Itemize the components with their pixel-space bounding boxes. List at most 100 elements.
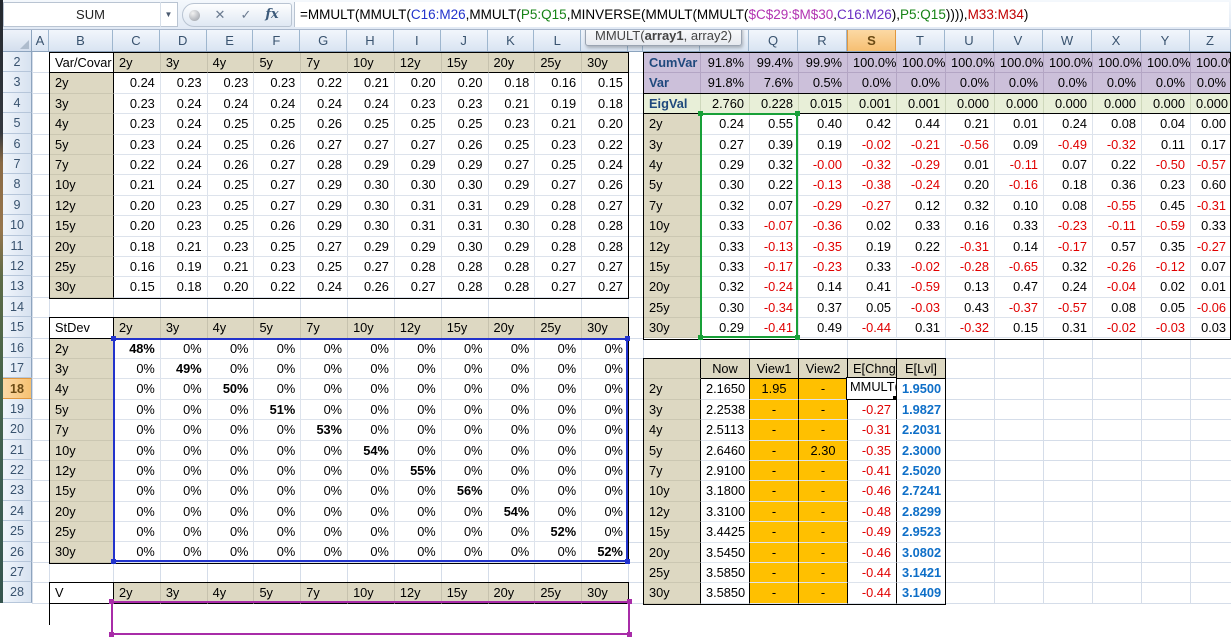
cell[interactable]: 0%	[161, 461, 208, 481]
cell[interactable]: 49%	[161, 359, 208, 379]
cell[interactable]: -	[799, 563, 848, 583]
column-header-Z[interactable]: Z	[1190, 30, 1231, 51]
cell[interactable]: 0%	[301, 522, 348, 542]
cell[interactable]: 0.24	[114, 73, 161, 93]
cell[interactable]: 0%	[254, 441, 301, 461]
cell[interactable]: 0.24	[301, 94, 348, 114]
cell[interactable]: 0%	[395, 481, 442, 501]
cell[interactable]: 0.35	[1142, 237, 1191, 257]
stdev-row-label[interactable]: 30y	[50, 542, 114, 562]
cell[interactable]: -0.46	[848, 543, 897, 563]
cell[interactable]: 0%	[442, 379, 489, 399]
views-row-label[interactable]: 10y	[644, 481, 701, 501]
cell[interactable]: 0.28	[442, 277, 489, 297]
column-header-A[interactable]: A	[32, 30, 49, 51]
eigvec-row-label[interactable]: 30y	[644, 318, 701, 338]
row-header-7[interactable]: 7	[3, 154, 32, 174]
stdev-col-header[interactable]: 2y	[114, 318, 161, 338]
cell[interactable]: -	[799, 481, 848, 501]
cell[interactable]: 0.24	[701, 114, 750, 134]
cell[interactable]: 0%	[442, 359, 489, 379]
cell[interactable]: 0%	[395, 420, 442, 440]
var-covar-row-label[interactable]: 20y	[50, 237, 114, 257]
cell[interactable]: 0%	[489, 461, 536, 481]
cell[interactable]: 0.24	[582, 155, 629, 175]
cell[interactable]: 0.22	[114, 155, 161, 175]
cell[interactable]: -	[750, 441, 799, 461]
v-col-header[interactable]: 5y	[254, 583, 301, 603]
cell[interactable]: 0%	[114, 359, 161, 379]
cell[interactable]: -0.16	[995, 175, 1044, 195]
cell[interactable]: 0%	[535, 481, 582, 501]
row-header-9[interactable]: 9	[3, 195, 32, 215]
cell[interactable]: 0.27	[395, 277, 442, 297]
var-row-label[interactable]: Var	[644, 73, 701, 93]
cell[interactable]: 0%	[442, 502, 489, 522]
cell[interactable]: 0.20	[395, 73, 442, 93]
cell[interactable]: 0%	[301, 441, 348, 461]
row-header-25[interactable]: 25	[3, 521, 32, 541]
cell[interactable]: -0.41	[750, 318, 799, 338]
cell[interactable]: 0.27	[395, 135, 442, 155]
cell[interactable]: 2.2538	[701, 400, 750, 420]
cell[interactable]: 0.28	[535, 216, 582, 236]
cell[interactable]: 50%	[208, 379, 255, 399]
cell[interactable]: 0.25	[535, 155, 582, 175]
cell[interactable]: 0.31	[395, 196, 442, 216]
cell[interactable]: -0.26	[1093, 257, 1142, 277]
stdev-col-header[interactable]: 12y	[395, 318, 442, 338]
cell[interactable]: 0.02	[1142, 277, 1191, 297]
cell[interactable]: 0%	[348, 420, 395, 440]
cell[interactable]: 2.9100	[701, 461, 750, 481]
cell[interactable]: -0.59	[1142, 216, 1191, 236]
column-header-C[interactable]: C	[113, 30, 160, 51]
cell[interactable]: -	[799, 400, 848, 420]
name-box[interactable]: SUM	[3, 2, 178, 27]
cell[interactable]: 0.57	[1093, 237, 1142, 257]
cell[interactable]: 0%	[254, 542, 301, 562]
cell[interactable]: 0.49	[799, 318, 848, 338]
cell[interactable]: -	[750, 543, 799, 563]
cell[interactable]: -0.35	[848, 441, 897, 461]
column-header-L[interactable]: L	[534, 30, 581, 51]
cell[interactable]: 0%	[114, 502, 161, 522]
cell[interactable]: 0%	[114, 420, 161, 440]
cell[interactable]: 0%	[301, 481, 348, 501]
cell[interactable]: 0.07	[750, 196, 799, 216]
var-covar-col-header[interactable]: 5y	[254, 53, 301, 73]
cell[interactable]: 0.33	[701, 216, 750, 236]
cancel-icon[interactable]: ✕	[207, 4, 233, 26]
cell[interactable]: 0.23	[208, 237, 255, 257]
stdev-row-label[interactable]: 2y	[50, 339, 114, 359]
cell[interactable]: 0%	[348, 542, 395, 562]
cell[interactable]: -0.29	[799, 196, 848, 216]
cell[interactable]: 2.1650	[701, 379, 750, 399]
row-header-12[interactable]: 12	[3, 256, 32, 276]
cell[interactable]: 2.5020	[897, 461, 946, 481]
cell[interactable]: -0.17	[750, 257, 799, 277]
cell[interactable]: 2.30	[799, 441, 848, 461]
cell[interactable]: 0%	[208, 441, 255, 461]
cell[interactable]: -	[750, 502, 799, 522]
cell[interactable]: 0%	[208, 461, 255, 481]
cell[interactable]: 0.23	[254, 257, 301, 277]
cell[interactable]: -0.32	[1093, 135, 1142, 155]
cell[interactable]: 1.95	[750, 379, 799, 399]
cell[interactable]: -0.24	[897, 175, 946, 195]
cell[interactable]: -	[750, 420, 799, 440]
cell[interactable]: -	[750, 583, 799, 603]
cell[interactable]: 0%	[254, 379, 301, 399]
column-header-T[interactable]: T	[896, 30, 945, 51]
cell[interactable]: 0%	[582, 379, 629, 399]
cell[interactable]: -0.28	[946, 257, 995, 277]
cell[interactable]: -0.17	[1044, 237, 1093, 257]
stdev-row-label[interactable]: 4y	[50, 379, 114, 399]
cell[interactable]: 0.24	[1044, 277, 1093, 297]
cell[interactable]: 0.03	[1191, 318, 1231, 338]
row-header-22[interactable]: 22	[3, 460, 32, 480]
active-cell-editor[interactable]: MMULT($C	[846, 377, 897, 399]
cell[interactable]: 0.24	[161, 135, 208, 155]
cell[interactable]: 0.24	[1044, 114, 1093, 134]
cell[interactable]: 0.19	[161, 257, 208, 277]
cell[interactable]: 0.41	[848, 277, 897, 297]
